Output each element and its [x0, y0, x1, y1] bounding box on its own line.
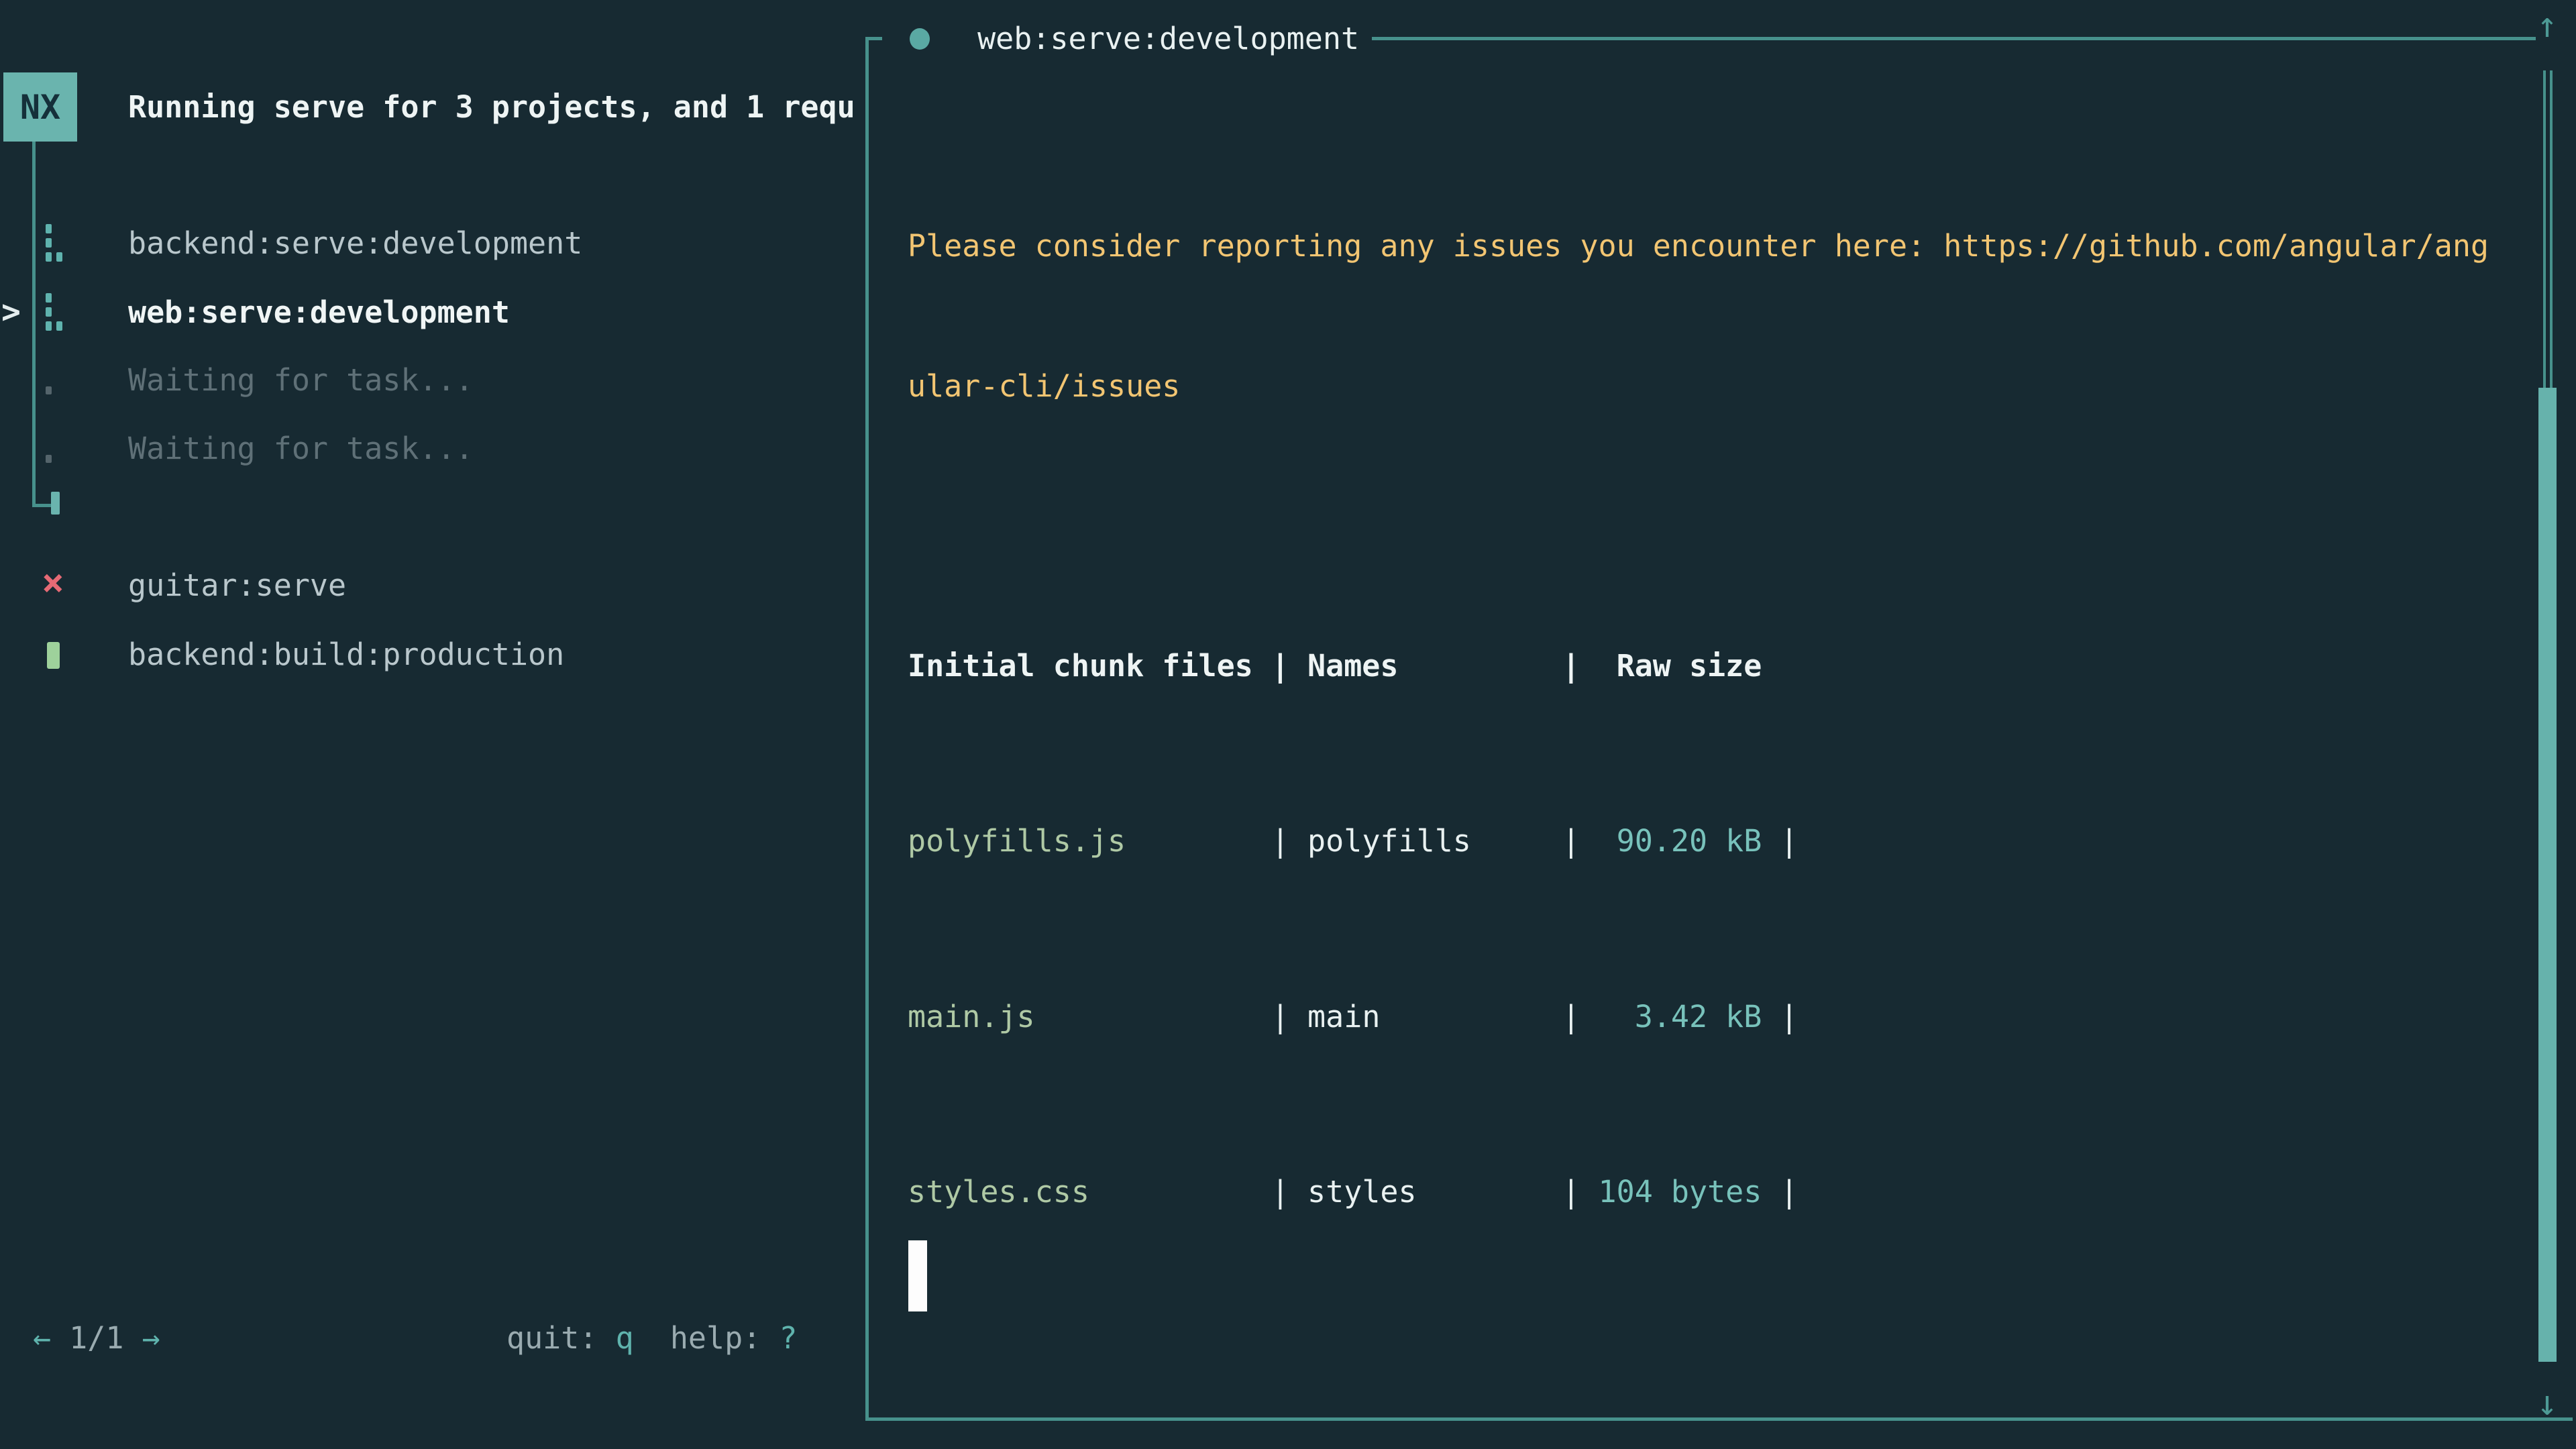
panel-border-left: [865, 37, 869, 1420]
tree-branch-end: [51, 492, 60, 515]
spinner-icon: [42, 292, 72, 332]
chunk-size: 3.42 kB: [1599, 999, 1762, 1034]
chunk-file: main.js: [908, 999, 1271, 1034]
help-key: ?: [779, 1320, 797, 1356]
chunk-name: styles: [1307, 1174, 1562, 1210]
table-pipe: |: [1271, 823, 1307, 859]
nx-terminal-ui: NX Running serve for 3 projects, and 1 r…: [0, 0, 2576, 1449]
task-row-waiting-1[interactable]: Waiting for task...: [0, 345, 865, 414]
table-pipe: |: [1762, 999, 1798, 1034]
scroll-up-arrow-icon[interactable]: ↑: [2525, 5, 2569, 46]
chunk-size: 104 bytes: [1599, 1174, 1762, 1210]
running-status-dot-icon: [910, 28, 930, 50]
pagination: ← 1/1 →: [33, 1303, 160, 1372]
chunk-table-row: styles.css | styles | 104 bytes |: [908, 1158, 2489, 1227]
blank-line: [908, 1334, 2489, 1403]
page-indicator: 1/1: [51, 1320, 142, 1356]
panel-title: web:serve:development: [959, 4, 1377, 73]
task-label: backend:build:production: [128, 637, 564, 672]
nx-logo: NX: [3, 72, 77, 142]
quit-key: q: [616, 1320, 634, 1356]
task-label: Waiting for task...: [128, 431, 474, 466]
error-x-icon: ×: [42, 565, 72, 605]
issue-report-line-2: ular-cli/issues: [908, 352, 2489, 421]
table-pipe: |: [1562, 999, 1598, 1034]
nx-logo-text: NX: [20, 88, 60, 127]
task-label-selected: web:serve:development: [128, 294, 510, 330]
waiting-dot-icon: [42, 360, 72, 400]
table-pipe: |: [1562, 1174, 1598, 1210]
task-sidebar: NX Running serve for 3 projects, and 1 r…: [0, 0, 865, 1449]
blank-line: [908, 492, 2489, 561]
chunk-file: styles.css: [908, 1174, 1271, 1210]
keyboard-hints: quit: q help: ?: [506, 1303, 798, 1372]
page-prev-arrow-icon[interactable]: ←: [33, 1320, 51, 1356]
task-row-guitar-serve[interactable]: × guitar:serve: [0, 551, 865, 619]
help-label: help:: [670, 1320, 780, 1356]
scrollbar-track: [2550, 70, 2553, 388]
chunk-table-row: main.js | main | 3.42 kB |: [908, 983, 2489, 1052]
chunk-table-header: Initial chunk files | Names | Raw size: [908, 632, 2489, 701]
tree-branch-corner: [32, 504, 51, 507]
issue-report-line-1: Please consider reporting any issues you…: [908, 212, 2489, 281]
table-pipe: |: [1762, 823, 1798, 859]
spinner-icon: [42, 223, 72, 263]
waiting-dot-icon: [42, 428, 72, 468]
page-next-arrow-icon[interactable]: →: [142, 1320, 160, 1356]
panel-border-top: [1372, 37, 2536, 40]
hint-gap: [634, 1320, 670, 1356]
panel-border-top-stub: [865, 37, 882, 40]
task-row-backend-build[interactable]: backend:build:production: [0, 620, 865, 688]
task-label: backend:serve:development: [128, 225, 582, 261]
terminal-output: Please consider reporting any issues you…: [908, 141, 2489, 1449]
task-row-backend-serve[interactable]: backend:serve:development: [0, 209, 865, 277]
table-pipe: |: [1271, 999, 1307, 1034]
terminal-cursor: [908, 1240, 927, 1311]
chunk-file: polyfills.js: [908, 823, 1271, 859]
scroll-down-arrow-icon[interactable]: ↓: [2525, 1383, 2569, 1424]
chunk-table-row: polyfills.js | polyfills | 90.20 kB |: [908, 807, 2489, 876]
page-title: Running serve for 3 projects, and 1 requ: [128, 72, 863, 142]
task-label: Waiting for task...: [128, 362, 474, 398]
task-row-web-serve[interactable]: > web:serve:development: [0, 278, 865, 346]
chunk-size: 90.20 kB: [1599, 823, 1762, 859]
chunk-name: main: [1307, 999, 1562, 1034]
quit-label: quit:: [506, 1320, 616, 1356]
scrollbar-thumb[interactable]: [2538, 388, 2557, 1362]
selected-caret-icon: >: [1, 293, 28, 331]
table-pipe: |: [1271, 1174, 1307, 1210]
task-label: guitar:serve: [128, 568, 346, 603]
chunk-name: polyfills: [1307, 823, 1562, 859]
success-square-icon: [42, 634, 72, 674]
task-row-waiting-2[interactable]: Waiting for task...: [0, 414, 865, 482]
scrollbar-track: [2543, 70, 2546, 388]
table-pipe: |: [1562, 823, 1598, 859]
table-pipe: |: [1762, 1174, 1798, 1210]
